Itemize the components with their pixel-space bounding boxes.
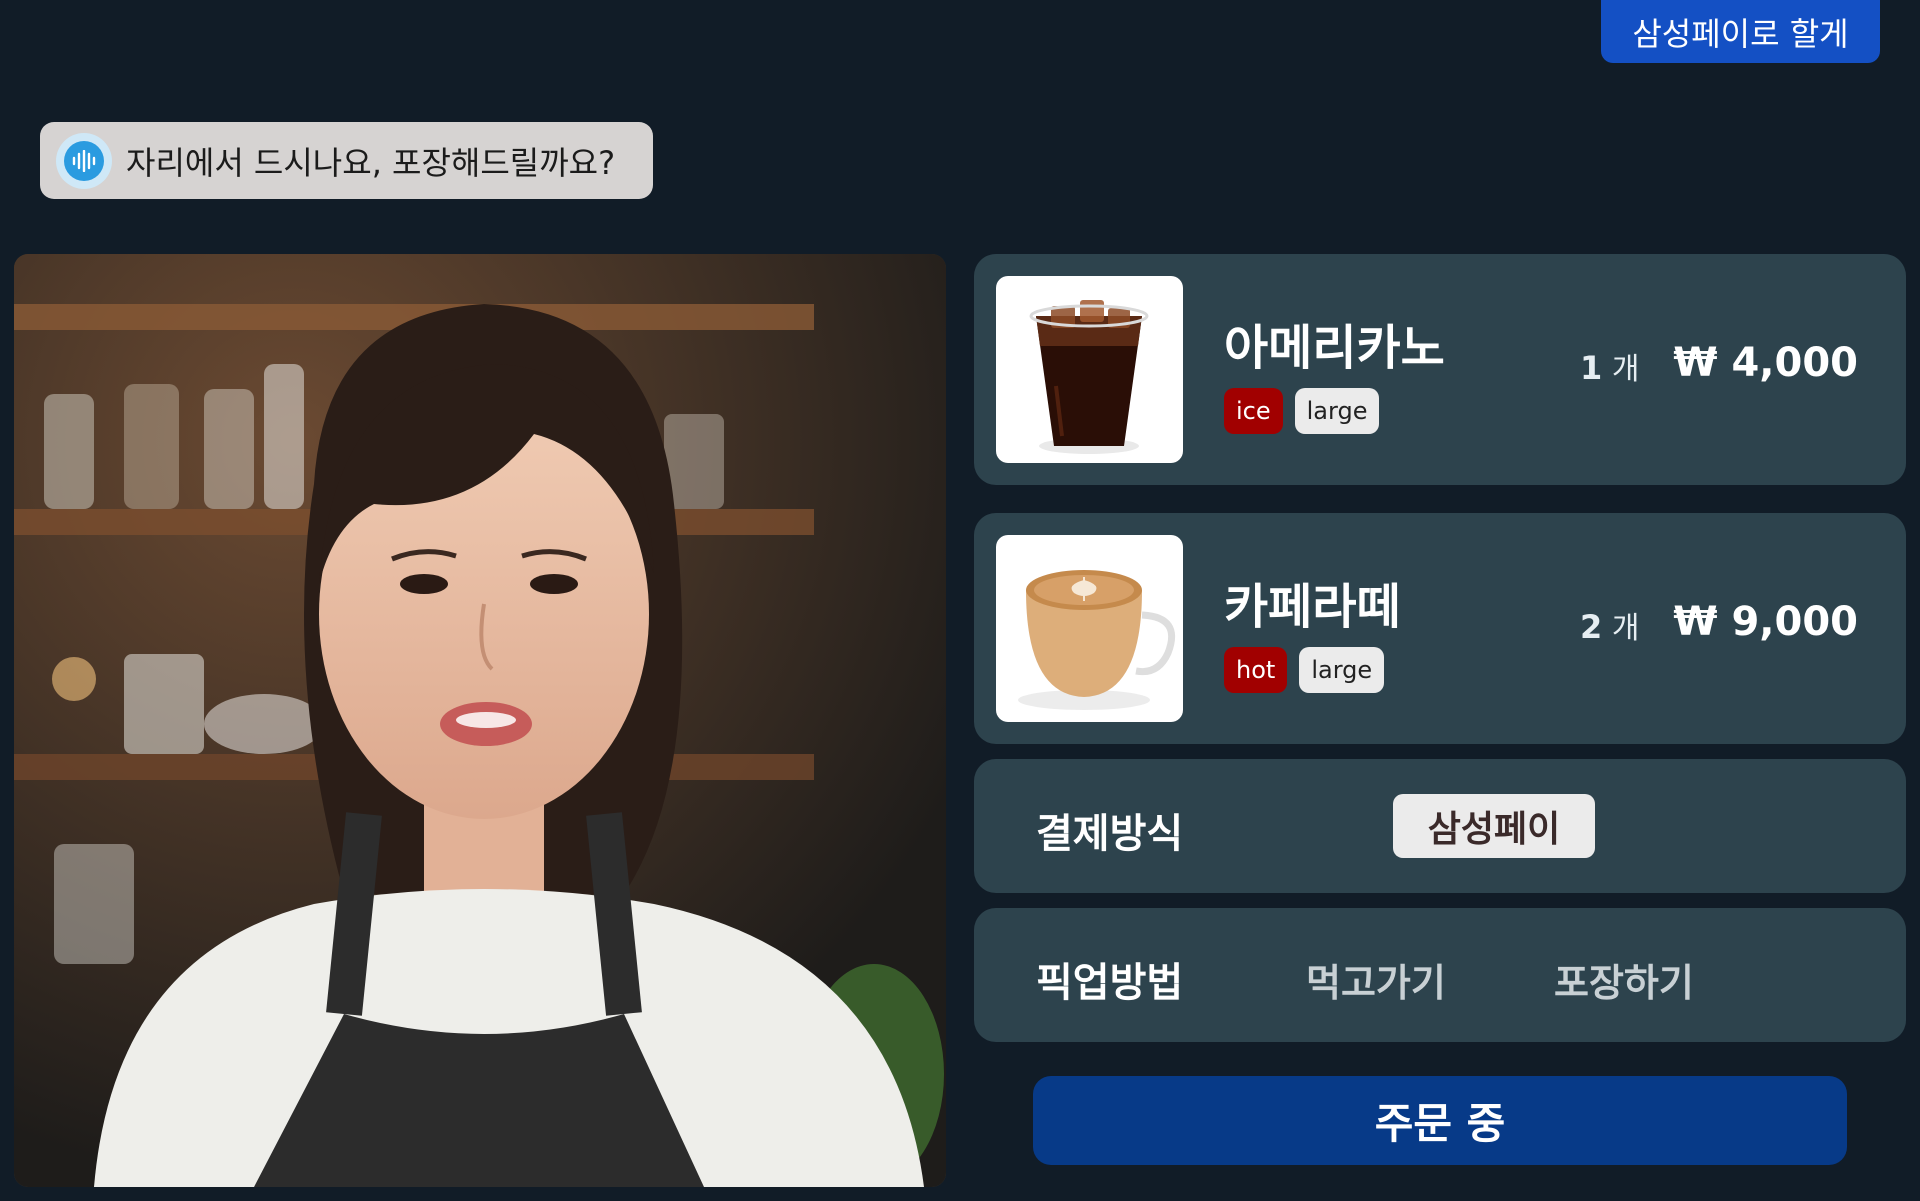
- size-tag: large: [1299, 647, 1385, 693]
- assistant-message-text: 자리에서 드시나요, 포장해드릴까요?: [126, 143, 616, 182]
- temperature-tag: hot: [1224, 647, 1288, 693]
- pickup-option-takeout[interactable]: 포장하기: [1554, 952, 1694, 1007]
- order-item-card: 아메리카노 ice large 1 개 ₩ 4,000: [974, 254, 1906, 485]
- payment-method-label: 결제방식: [1036, 811, 1184, 857]
- item-quantity: 2 개: [1580, 603, 1639, 647]
- payment-method-row: 결제방식 삼성페이: [974, 759, 1906, 893]
- quantity-unit: 개: [1611, 352, 1640, 387]
- quantity-value: 1: [1580, 349, 1603, 387]
- item-price: ₩ 9,000: [1673, 599, 1858, 645]
- item-name: 아메리카노: [1224, 320, 1445, 376]
- voice-wave-icon: [56, 132, 112, 189]
- quantity-unit: 개: [1611, 611, 1640, 646]
- item-options: ice large: [1224, 388, 1380, 434]
- item-quantity: 1 개: [1580, 344, 1639, 388]
- size-tag: large: [1294, 388, 1380, 434]
- order-status-button[interactable]: 주문 중: [1033, 1076, 1847, 1165]
- item-price: ₩ 4,000: [1673, 340, 1858, 386]
- quantity-value: 2: [1580, 608, 1603, 646]
- item-options: hot large: [1224, 647, 1385, 693]
- payment-option-samsung-pay[interactable]: 삼성페이: [1393, 794, 1595, 858]
- order-item-card: 카페라떼 hot large 2 개 ₩ 9,000: [974, 513, 1906, 744]
- user-message-text: 삼성페이로 할게: [1632, 14, 1849, 53]
- pickup-option-dine-in[interactable]: 먹고가기: [1306, 952, 1446, 1007]
- pickup-method-label: 픽업방법: [1036, 960, 1184, 1006]
- pickup-method-row: 픽업방법 먹고가기 포장하기: [974, 908, 1906, 1042]
- kiosk-screen: 삼성페이로 할게 자리에서 드시나요, 포장해드릴까요? 아메리카노 ice l…: [0, 0, 1920, 1201]
- americano-image: [996, 276, 1183, 463]
- item-name: 카페라떼: [1224, 579, 1401, 635]
- barista-photo: [14, 254, 946, 1187]
- cafe-latte-image: [996, 535, 1183, 722]
- temperature-tag: ice: [1224, 388, 1283, 434]
- user-message-bubble: 삼성페이로 할게: [1601, 0, 1880, 63]
- assistant-message-bubble: 자리에서 드시나요, 포장해드릴까요?: [40, 122, 653, 199]
